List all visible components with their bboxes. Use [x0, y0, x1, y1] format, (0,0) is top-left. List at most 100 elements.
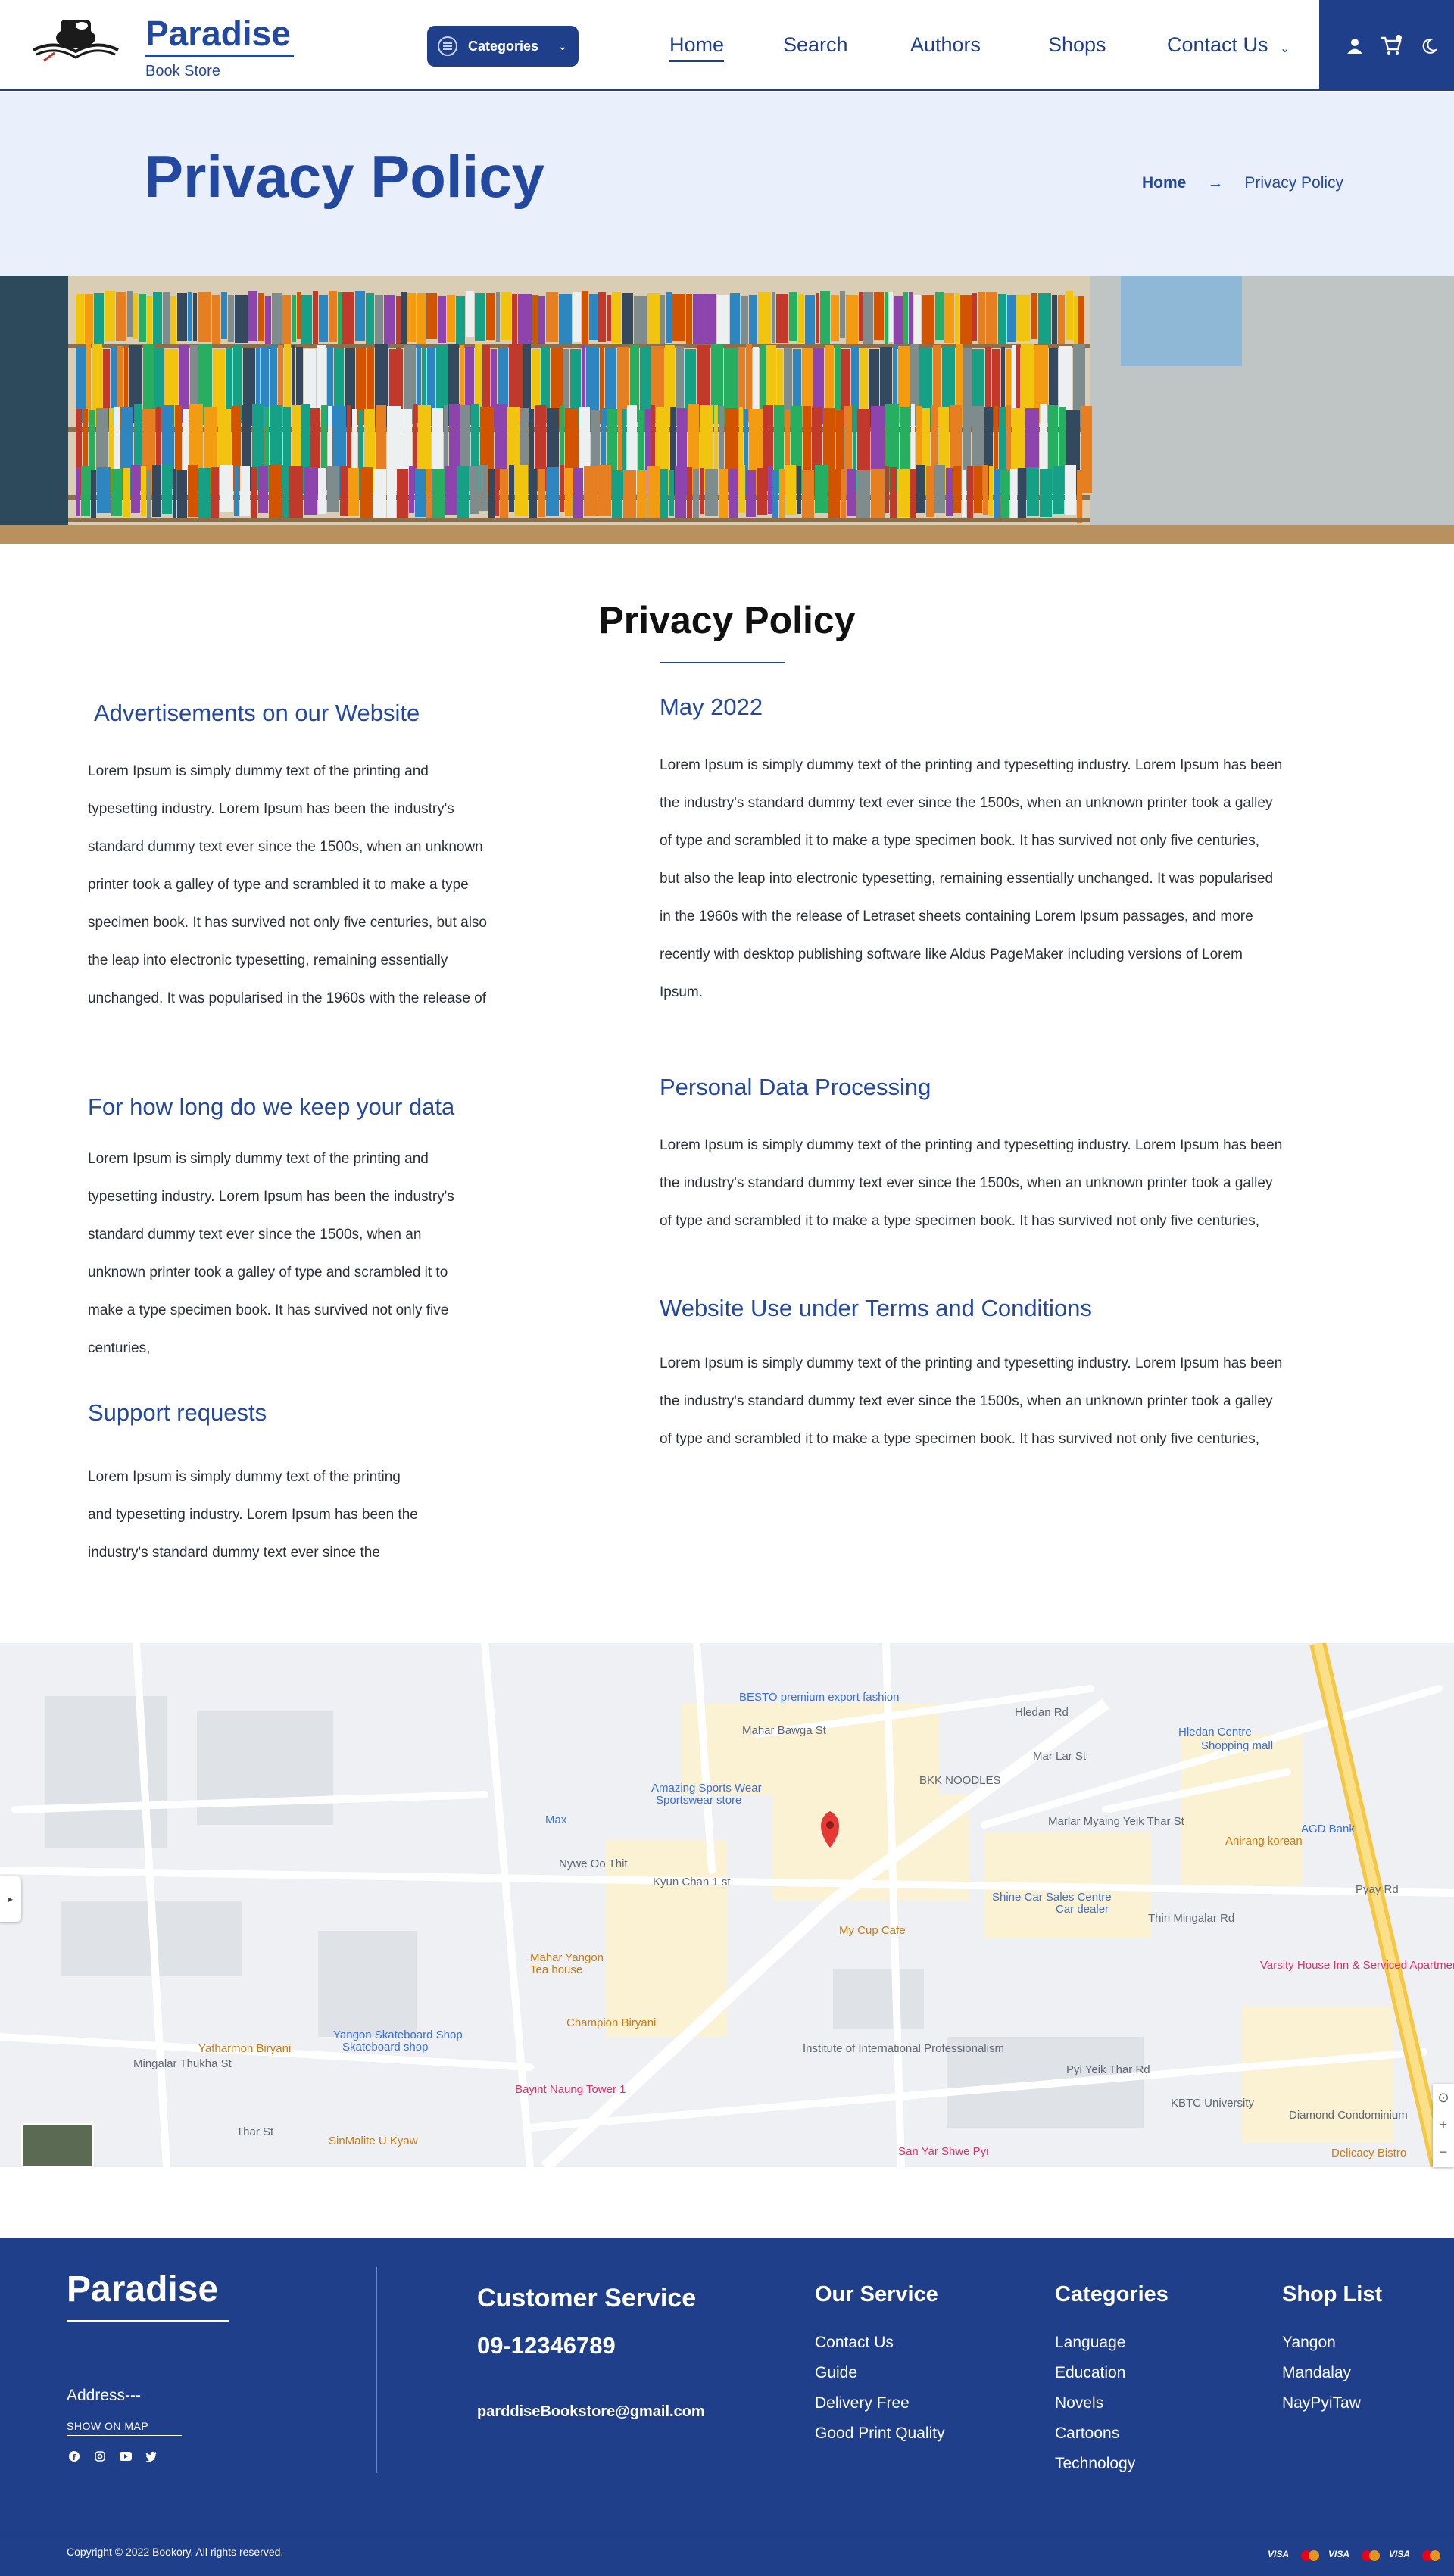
satellite-view-thumbnail[interactable] [21, 2123, 94, 2167]
instagram-icon[interactable] [92, 2449, 108, 2464]
map-label[interactable]: Kyun Chan 1 st [653, 1876, 731, 1888]
bookshelf-illustration [0, 276, 1454, 544]
map-label[interactable]: SinMalite U Kyaw [329, 2135, 418, 2147]
text-line: unknown printer took a galley of type an… [88, 1265, 448, 1280]
book-spine [1016, 295, 1030, 341]
facebook-icon[interactable] [67, 2449, 82, 2464]
brand[interactable]: Paradise Book Store [145, 12, 294, 80]
map-label[interactable]: Max [545, 1813, 567, 1826]
zoom-out-button[interactable]: − [1433, 2138, 1454, 2166]
text-line: Lorem Ipsum is simply dummy text of the … [88, 1469, 401, 1485]
book-spine [1000, 470, 1009, 522]
footer-link[interactable]: Guide [815, 2358, 945, 2388]
book-spine [729, 469, 738, 521]
book-spine [890, 467, 897, 519]
map-label[interactable]: Bayint Naung Tower 1 [515, 2083, 626, 2096]
map-label[interactable]: Anirang korean [1225, 1835, 1303, 1848]
site-footer: Paradise Address--- SHOW ON MAP Customer… [0, 2238, 1454, 2576]
map-label[interactable]: Varsity House Inn & Serviced Apartment [1260, 1959, 1454, 1972]
book-spine [85, 294, 93, 347]
map-label[interactable]: Shine Car Sales Centre [992, 1891, 1112, 1904]
chevron-down-icon[interactable]: ⌄ [1280, 41, 1290, 56]
book-spine [983, 465, 988, 515]
map-label[interactable]: Yangon Skateboard Shop [333, 2029, 463, 2041]
footer-link[interactable]: Delivery Free [815, 2388, 945, 2419]
map-panel-toggle[interactable]: ▸ [0, 1876, 21, 1922]
footer-brand[interactable]: Paradise [67, 2269, 218, 2310]
text-line: Lorem Ipsum is simply dummy text of the … [660, 1137, 1283, 1153]
map-label[interactable]: Diamond Condominium [1289, 2109, 1408, 2122]
categories-list: Language Education Novels Cartoons Techn… [1055, 2328, 1135, 2479]
map-label[interactable]: Mahar Bawga St [742, 1724, 827, 1737]
store-location-map[interactable]: BESTO premium export fashion Mahar Bawga … [0, 1643, 1454, 2167]
map-label[interactable]: Mahar Yangon [530, 1951, 604, 1964]
show-on-map-link[interactable]: SHOW ON MAP [67, 2420, 148, 2432]
map-label[interactable]: KBTC University [1171, 2097, 1255, 2110]
footer-link[interactable]: Education [1055, 2358, 1135, 2388]
nav-home[interactable]: Home [669, 33, 725, 62]
map-label[interactable]: Car dealer [1056, 1903, 1109, 1916]
footer-link[interactable]: Novels [1055, 2388, 1135, 2419]
logo-icon[interactable] [29, 8, 123, 71]
categories-button[interactable]: Categories ⌄ [427, 26, 579, 67]
book-spine [220, 465, 233, 512]
cart-icon[interactable] [1380, 35, 1403, 56]
map-label[interactable]: Institute of International Professionali… [803, 2042, 1004, 2055]
map-label[interactable]: My Cup Cafe [839, 1924, 906, 1937]
map-label[interactable]: Mar Lar St [1033, 1750, 1087, 1763]
nav-contact-us[interactable]: Contact Us [1167, 33, 1268, 57]
map-label[interactable]: San Yar Shwe Pyi [898, 2145, 989, 2158]
map-label[interactable]: Skateboard shop [342, 2041, 428, 2054]
footer-link[interactable]: Yangon [1282, 2328, 1361, 2358]
map-label[interactable]: Yatharmon Biryani [198, 2042, 291, 2055]
book-spine [348, 468, 359, 516]
map-label[interactable]: Pyay Rd [1356, 1883, 1399, 1896]
text-line: printer took a galley of type and scramb… [88, 877, 469, 893]
nav-search[interactable]: Search [783, 33, 848, 57]
youtube-icon[interactable] [118, 2449, 133, 2464]
book-spine [289, 466, 303, 519]
book-spine [986, 292, 997, 345]
footer-link[interactable]: Cartoons [1055, 2419, 1135, 2449]
nav-shops[interactable]: Shops [1048, 33, 1106, 57]
map-label[interactable]: Hledan Centre [1178, 1726, 1252, 1739]
map-label[interactable]: Sportswear store [656, 1794, 741, 1807]
map-label[interactable]: Thiri Mingalar Rd [1148, 1912, 1234, 1925]
map-canvas[interactable]: BESTO premium export fashion Mahar Bawga … [0, 1643, 1454, 2167]
book-spine [221, 292, 227, 339]
book-spine [1074, 296, 1078, 345]
customer-service-phone[interactable]: 09-12346789 [477, 2332, 616, 2359]
map-label[interactable]: Amazing Sports Wear [651, 1782, 762, 1795]
user-icon[interactable] [1346, 38, 1363, 55]
twitter-icon[interactable] [144, 2449, 159, 2464]
book-spine [432, 469, 445, 522]
map-label[interactable]: Hledan Rd [1015, 1706, 1069, 1719]
footer-link[interactable]: Language [1055, 2328, 1135, 2358]
customer-service-email[interactable]: parddiseBookstore@gmail.com [477, 2403, 705, 2421]
footer-link[interactable]: Mandalay [1282, 2358, 1361, 2388]
map-label[interactable]: Thar St [236, 2125, 274, 2138]
map-label[interactable]: Delicacy Bistro [1331, 2147, 1406, 2160]
map-label[interactable]: Pyi Yeik Thar Rd [1066, 2063, 1150, 2076]
map-label[interactable]: Marlar Myaing Yeik Thar St [1048, 1815, 1185, 1828]
map-label[interactable]: Mingalar Thukha St [133, 2057, 232, 2070]
map-label[interactable]: Nywe Oo Thit [559, 1857, 628, 1870]
nav-authors[interactable]: Authors [910, 33, 981, 57]
map-label[interactable]: AGD Bank [1301, 1823, 1355, 1835]
footer-link[interactable]: NayPyiTaw [1282, 2388, 1361, 2419]
map-label[interactable]: Shopping mall [1201, 1739, 1273, 1752]
footer-link[interactable]: Technology [1055, 2449, 1135, 2479]
map-label[interactable]: BESTO premium export fashion [739, 1691, 899, 1704]
categories-label: Categories [468, 38, 539, 54]
locate-icon[interactable]: ⊙ [1433, 2084, 1454, 2111]
map-label[interactable]: Tea house [530, 1963, 582, 1976]
map-label[interactable]: Champion Biryani [566, 2016, 656, 2029]
brand-name[interactable]: Paradise [145, 12, 294, 57]
moon-icon[interactable] [1421, 38, 1437, 55]
footer-link[interactable]: Contact Us [815, 2328, 945, 2358]
zoom-in-button[interactable]: + [1433, 2111, 1454, 2138]
footer-link[interactable]: Good Print Quality [815, 2419, 945, 2449]
map-zoom-controls[interactable]: ⊙ + − [1433, 2084, 1454, 2167]
breadcrumb-home[interactable]: Home [1142, 174, 1186, 192]
map-label[interactable]: BKK NOODLES [919, 1774, 1001, 1787]
